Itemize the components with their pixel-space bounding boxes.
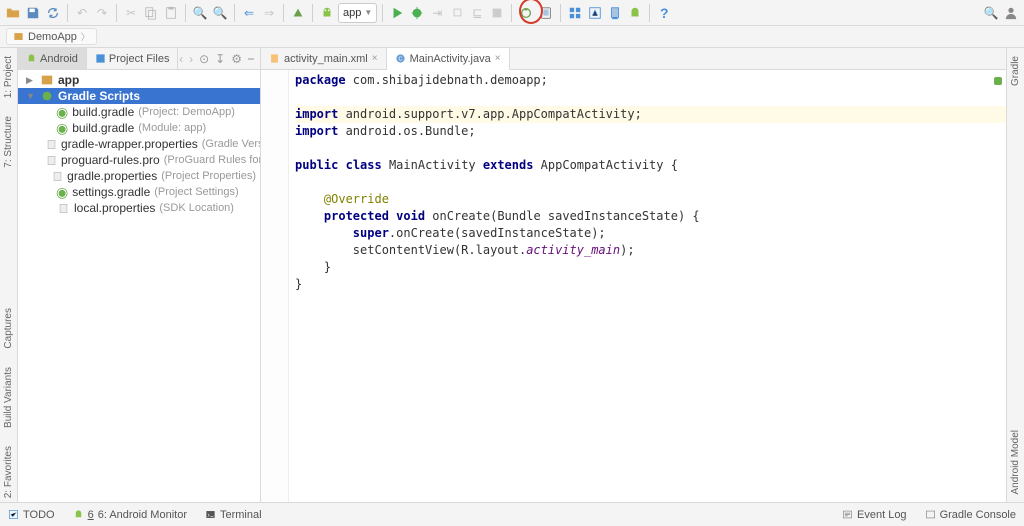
project-tab-bar: Android Project Files ‹ › ⊙ ↧ ⚙ ⎯ — [18, 48, 260, 70]
debug-icon[interactable] — [408, 4, 426, 22]
find-icon[interactable]: 🔍 — [191, 4, 209, 22]
paste-icon[interactable] — [162, 4, 180, 22]
tree-item[interactable]: gradle-wrapper.properties (Gradle Versio… — [18, 136, 260, 152]
rail-build-variants[interactable]: Build Variants — [3, 363, 14, 432]
run-config-label: app — [343, 7, 361, 19]
gear-icon[interactable]: ⚙ — [231, 52, 242, 66]
rail-project[interactable]: 1: Project — [3, 52, 14, 102]
tree-gradle-scripts[interactable]: ▼ Gradle Scripts — [18, 88, 260, 104]
undo-icon[interactable]: ↶ — [73, 4, 91, 22]
tree-item[interactable]: ◉build.gradle (Module: app) — [18, 120, 260, 136]
editor-tab[interactable]: activity_main.xml × — [261, 48, 387, 70]
stop-icon[interactable] — [488, 4, 506, 22]
collapse-icon[interactable]: ↧ — [215, 52, 225, 66]
copy-icon[interactable] — [142, 4, 160, 22]
svg-text:C: C — [398, 57, 402, 63]
sync-gradle-icon[interactable] — [517, 4, 535, 22]
tree-app[interactable]: ▶ app — [18, 72, 260, 88]
project-panel: Android Project Files ‹ › ⊙ ↧ ⚙ ⎯ ▶ app — [18, 48, 261, 502]
run-config-select[interactable]: app ▼ — [338, 3, 377, 23]
status-event-log[interactable]: Event Log — [842, 509, 907, 521]
tool-a-icon[interactable] — [586, 4, 604, 22]
project-structure-icon[interactable] — [566, 4, 584, 22]
scroll-right-icon[interactable]: › — [189, 52, 193, 66]
editor-area: activity_main.xml × C MainActivity.java … — [261, 48, 1006, 502]
avd-icon[interactable] — [537, 4, 555, 22]
save-icon[interactable] — [24, 4, 42, 22]
tab-android[interactable]: Android — [18, 48, 87, 70]
main-toolbar: ↶ ↷ ✂ 🔍 🔍 ⇐ ⇒ app ▼ ⇥ ⊑ ? 🔍 — [0, 0, 1024, 26]
breadcrumb-item[interactable]: DemoApp 〉 — [6, 28, 97, 45]
run-icon[interactable] — [388, 4, 406, 22]
project-tree: ▶ app ▼ Gradle Scripts ◉build.gradle (Pr… — [18, 70, 260, 502]
editor-tabs: activity_main.xml × C MainActivity.java … — [261, 48, 1006, 70]
android-icon[interactable] — [318, 4, 336, 22]
code-editor[interactable]: package com.shibajidebnath.demoapp; impo… — [289, 70, 1006, 502]
user-icon[interactable] — [1002, 4, 1020, 22]
scroll-left-icon[interactable]: ‹ — [179, 52, 183, 66]
status-gradle-console[interactable]: Gradle Console — [925, 509, 1016, 521]
tree-item[interactable]: gradle.properties (Project Properties) — [18, 168, 260, 184]
left-tool-rail: 1: Project 7: Structure Captures Build V… — [0, 48, 18, 502]
collapse-icon[interactable]: ▼ — [26, 91, 36, 101]
hide-icon[interactable]: ⎯ — [248, 51, 254, 66]
right-tool-rail: Gradle Android Model — [1006, 48, 1024, 502]
tab-project-files[interactable]: Project Files — [87, 48, 179, 70]
open-icon[interactable] — [4, 4, 22, 22]
cut-icon[interactable]: ✂ — [122, 4, 140, 22]
help-icon[interactable]: ? — [655, 4, 673, 22]
target-icon[interactable]: ⊙ — [199, 52, 209, 66]
editor-tab-active[interactable]: C MainActivity.java × — [387, 48, 510, 70]
rail-structure[interactable]: 7: Structure — [3, 112, 14, 172]
close-icon[interactable]: × — [495, 53, 501, 64]
status-todo[interactable]: TODO — [8, 509, 55, 521]
status-bar: TODO 66: Android Monitor Terminal Event … — [0, 502, 1024, 526]
status-terminal[interactable]: Terminal — [205, 509, 262, 521]
rail-android-model[interactable]: Android Model — [1010, 426, 1021, 498]
sync-icon[interactable] — [44, 4, 62, 22]
sdk-manager-icon[interactable] — [606, 4, 624, 22]
back-icon[interactable]: ⇐ — [240, 4, 258, 22]
make-icon[interactable] — [289, 4, 307, 22]
replace-icon[interactable]: 🔍 — [211, 4, 229, 22]
android-robot-icon[interactable] — [626, 4, 644, 22]
chevron-right-icon: 〉 — [81, 30, 90, 43]
rail-captures[interactable]: Captures — [3, 304, 14, 353]
nav-breadcrumb: DemoApp 〉 — [0, 26, 1024, 48]
tree-item[interactable]: local.properties (SDK Location) — [18, 200, 260, 216]
expand-icon[interactable]: ▶ — [26, 75, 36, 86]
rail-favorites[interactable]: 2: Favorites — [3, 442, 14, 502]
tree-item[interactable]: proguard-rules.pro (ProGuard Rules for a… — [18, 152, 260, 168]
apply-changes-icon[interactable]: ⇥ — [428, 4, 446, 22]
forward-icon[interactable]: ⇒ — [260, 4, 278, 22]
tree-item[interactable]: ◉settings.gradle (Project Settings) — [18, 184, 260, 200]
inspection-indicator[interactable] — [994, 74, 1002, 88]
rail-gradle[interactable]: Gradle — [1010, 52, 1021, 90]
search-icon[interactable]: 🔍 — [982, 4, 1000, 22]
coverage-icon[interactable]: ⊑ — [468, 4, 486, 22]
tree-item[interactable]: ◉build.gradle (Project: DemoApp) — [18, 104, 260, 120]
dropdown-arrow-icon: ▼ — [364, 8, 372, 17]
gutter — [261, 70, 289, 502]
redo-icon[interactable]: ↷ — [93, 4, 111, 22]
attach-debugger-icon[interactable] — [448, 4, 466, 22]
close-icon[interactable]: × — [372, 53, 378, 64]
status-android-monitor[interactable]: 66: Android Monitor — [73, 509, 187, 521]
